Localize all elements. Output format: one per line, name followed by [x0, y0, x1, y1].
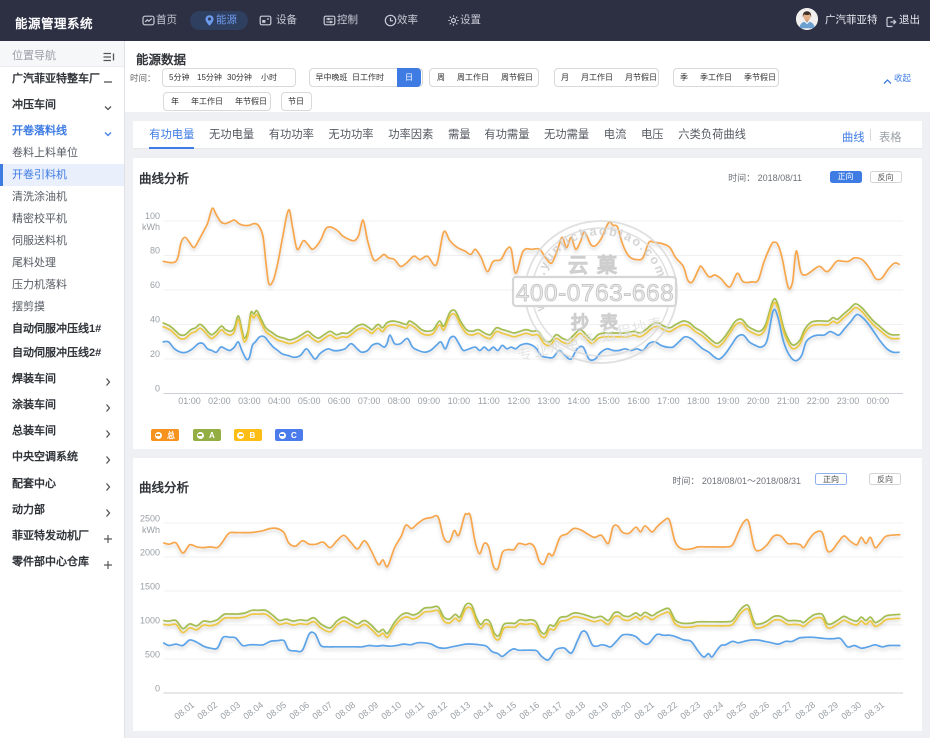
- svg-text:08.12: 08.12: [425, 700, 449, 722]
- svg-text:08.06: 08.06: [287, 700, 311, 722]
- svg-text:08.01: 08.01: [172, 700, 196, 722]
- svg-text:08.08: 08.08: [333, 700, 357, 722]
- svg-text:04:00: 04:00: [268, 396, 291, 406]
- svg-text:08.18: 08.18: [563, 700, 587, 722]
- svg-text:1000: 1000: [140, 616, 160, 626]
- svg-text:400-0763-668: 400-0763-668: [516, 280, 675, 307]
- svg-text:kWh: kWh: [142, 222, 160, 232]
- svg-text:05:00: 05:00: [298, 396, 321, 406]
- svg-text:08.03: 08.03: [218, 700, 242, 722]
- svg-text:00:00: 00:00: [867, 396, 890, 406]
- svg-text:0: 0: [155, 684, 160, 694]
- svg-text:08.27: 08.27: [770, 700, 794, 722]
- svg-text:60: 60: [150, 280, 160, 290]
- svg-text:09:00: 09:00: [418, 396, 441, 406]
- svg-text:1500: 1500: [140, 582, 160, 592]
- svg-text:云菓: 云菓: [568, 254, 626, 277]
- svg-text:16:00: 16:00: [627, 396, 650, 406]
- svg-text:08.11: 08.11: [403, 700, 426, 721]
- svg-text:08.05: 08.05: [264, 700, 288, 722]
- svg-text:08.02: 08.02: [195, 700, 219, 722]
- svg-text:08.25: 08.25: [724, 700, 748, 722]
- svg-text:20: 20: [150, 349, 160, 359]
- svg-text:40: 40: [150, 315, 160, 325]
- svg-text:12:00: 12:00: [507, 396, 530, 406]
- svg-text:19:00: 19:00: [717, 396, 740, 406]
- svg-text:08.17: 08.17: [540, 700, 564, 722]
- svg-text:08.30: 08.30: [839, 700, 863, 722]
- svg-text:14:00: 14:00: [567, 396, 590, 406]
- svg-text:08.13: 08.13: [448, 700, 472, 722]
- svg-text:22:00: 22:00: [807, 396, 830, 406]
- svg-text:08.23: 08.23: [678, 700, 702, 722]
- svg-text:08.04: 08.04: [241, 700, 265, 722]
- svg-text:100: 100: [145, 211, 160, 221]
- svg-text:06:00: 06:00: [328, 396, 351, 406]
- svg-text:2500: 2500: [140, 514, 160, 524]
- svg-text:11:00: 11:00: [478, 396, 500, 406]
- svg-text:03:00: 03:00: [238, 396, 261, 406]
- svg-text:2000: 2000: [140, 548, 160, 558]
- svg-text:08.10: 08.10: [379, 700, 403, 722]
- svg-text:500: 500: [145, 650, 160, 660]
- svg-text:08.15: 08.15: [494, 700, 518, 722]
- svg-text:17:00: 17:00: [657, 396, 680, 406]
- svg-text:18:00: 18:00: [687, 396, 710, 406]
- svg-text:08.07: 08.07: [310, 700, 334, 722]
- svg-text:10:00: 10:00: [448, 396, 471, 406]
- svg-text:02:00: 02:00: [208, 396, 231, 406]
- svg-text:kWh: kWh: [142, 525, 160, 535]
- svg-text:08.09: 08.09: [356, 700, 380, 722]
- svg-text:08.22: 08.22: [655, 700, 679, 722]
- svg-text:07:00: 07:00: [358, 396, 381, 406]
- svg-text:0: 0: [155, 384, 160, 394]
- svg-text:08:00: 08:00: [388, 396, 411, 406]
- svg-text:23:00: 23:00: [837, 396, 860, 406]
- svg-text:08.14: 08.14: [471, 700, 495, 722]
- svg-text:08.26: 08.26: [747, 700, 771, 722]
- svg-text:21:00: 21:00: [777, 396, 800, 406]
- svg-text:08.20: 08.20: [609, 700, 633, 722]
- svg-text:13:00: 13:00: [537, 396, 560, 406]
- svg-text:08.21: 08.21: [632, 700, 656, 722]
- svg-text:15:00: 15:00: [597, 396, 620, 406]
- svg-text:08.28: 08.28: [793, 700, 817, 722]
- svg-text:08.24: 08.24: [701, 700, 725, 722]
- svg-text:08.19: 08.19: [586, 700, 610, 722]
- svg-text:08.29: 08.29: [816, 700, 840, 722]
- svg-text:20:00: 20:00: [747, 396, 770, 406]
- svg-text:08.16: 08.16: [517, 700, 541, 722]
- svg-text:80: 80: [150, 246, 160, 256]
- svg-text:01:00: 01:00: [178, 396, 201, 406]
- svg-text:08.31: 08.31: [862, 700, 886, 722]
